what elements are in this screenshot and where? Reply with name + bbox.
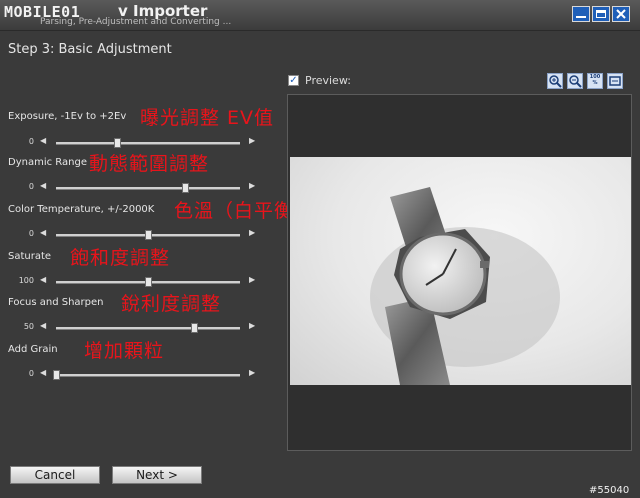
slider-thumb[interactable] <box>191 323 198 333</box>
slider-thumb[interactable] <box>182 183 189 193</box>
watch-photo <box>370 187 560 385</box>
slider-left-arrow[interactable]: ◀ <box>40 368 46 377</box>
slider-right-arrow[interactable]: ▶ <box>249 181 255 190</box>
slider-left-arrow[interactable]: ◀ <box>40 181 46 190</box>
slider-track[interactable] <box>56 327 240 330</box>
annotation-text: 增加顆粒 <box>84 340 165 362</box>
maximize-button[interactable] <box>592 6 610 22</box>
step-title: Step 3: Basic Adjustment <box>8 42 172 57</box>
slider-value: 0 <box>28 182 34 191</box>
fit-window-icon <box>609 76 621 86</box>
slider-value: 0 <box>28 369 34 378</box>
control-label: Focus and Sharpen <box>8 297 104 308</box>
slider-track[interactable] <box>56 142 240 145</box>
control-label: Add Grain <box>8 344 58 355</box>
fit-window-button[interactable] <box>607 73 623 89</box>
control-label: Dynamic Range <box>8 157 87 168</box>
preview-label: Preview: <box>305 74 351 87</box>
slider-value: 50 <box>23 322 34 331</box>
control-label: Color Temperature, +/-2000K <box>8 204 155 215</box>
annotation-text: 飽和度調整 <box>70 247 171 269</box>
slider-value: 0 <box>28 137 34 146</box>
slider-thumb[interactable] <box>53 370 60 380</box>
zoom-out-button[interactable] <box>567 73 583 89</box>
slider-value: 100 <box>18 276 34 285</box>
slider-thumb[interactable] <box>145 277 152 287</box>
zoom-out-icon <box>569 75 582 88</box>
zoom-in-icon <box>549 75 562 88</box>
slider-thumb[interactable] <box>114 138 121 148</box>
preview-image <box>290 157 631 385</box>
slider-value: 0 <box>28 229 34 238</box>
slider-right-arrow[interactable]: ▶ <box>249 321 255 330</box>
preview-checkbox[interactable]: ✓ <box>288 75 299 86</box>
annotation-text: 動態範圍調整 <box>89 153 210 175</box>
maximize-icon <box>596 10 606 18</box>
slider-track[interactable] <box>56 374 240 377</box>
watermark: #55040 <box>589 485 630 496</box>
slider-right-arrow[interactable]: ▶ <box>249 368 255 377</box>
minimize-icon <box>576 16 586 18</box>
window-subtitle: Parsing, Pre-Adjustment and Converting .… <box>40 17 232 27</box>
slider-left-arrow[interactable]: ◀ <box>40 321 46 330</box>
slider-left-arrow[interactable]: ◀ <box>40 275 46 284</box>
close-icon <box>616 9 626 19</box>
control-label: Saturate <box>8 251 52 262</box>
zoom-100-label: 100 % <box>589 74 601 86</box>
control-label: Exposure, -1Ev to +2Ev <box>8 111 127 122</box>
zoom-in-button[interactable] <box>547 73 563 89</box>
slider-thumb[interactable] <box>145 230 152 240</box>
slider-right-arrow[interactable]: ▶ <box>249 228 255 237</box>
close-button[interactable] <box>612 6 630 22</box>
title-bar: MOBILE01 v Importer Parsing, Pre-Adjustm… <box>0 0 640 31</box>
minimize-button[interactable] <box>572 6 590 22</box>
slider-right-arrow[interactable]: ▶ <box>249 275 255 284</box>
annotation-text: 曝光調整 EV值 <box>140 107 275 129</box>
annotation-text: 銳利度調整 <box>121 293 222 315</box>
next-button[interactable]: Next > <box>112 466 202 484</box>
zoom-100-button[interactable]: 100 % <box>587 73 603 89</box>
slider-right-arrow[interactable]: ▶ <box>249 136 255 145</box>
cancel-button[interactable]: Cancel <box>10 466 100 484</box>
slider-left-arrow[interactable]: ◀ <box>40 228 46 237</box>
slider-left-arrow[interactable]: ◀ <box>40 136 46 145</box>
slider-track[interactable] <box>56 187 240 190</box>
